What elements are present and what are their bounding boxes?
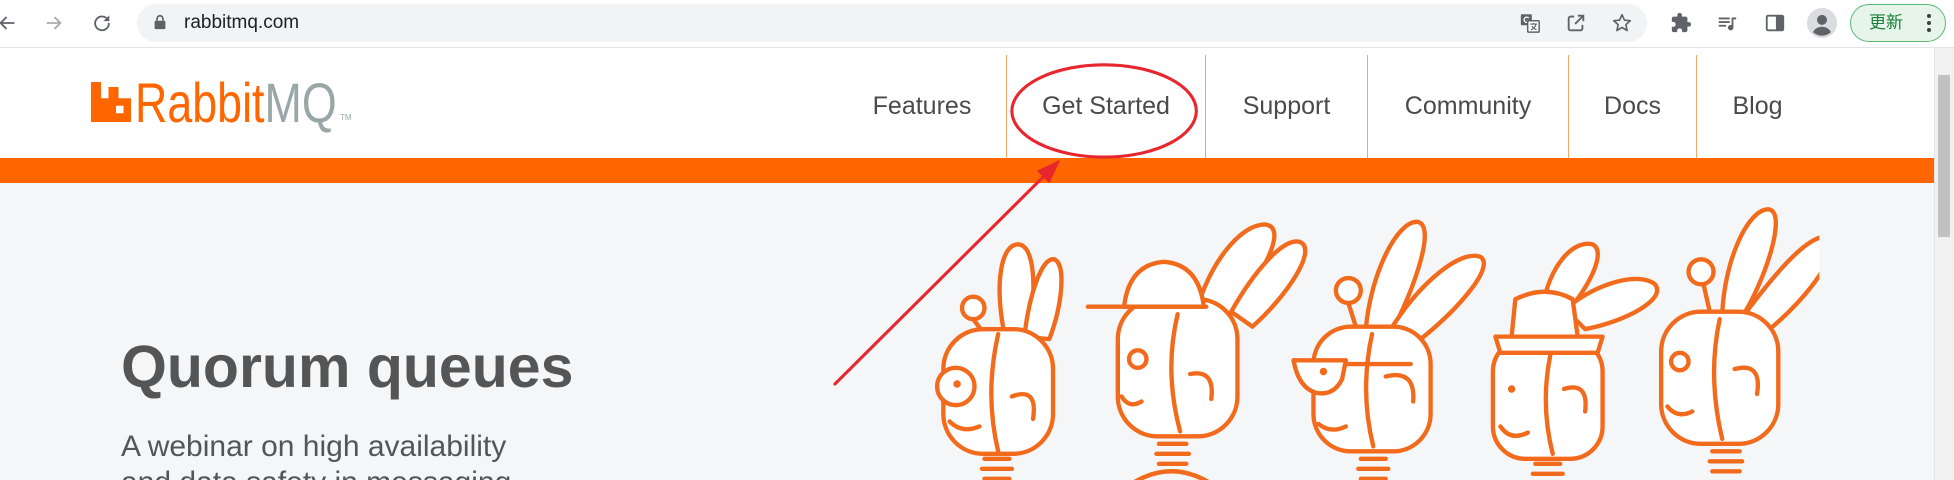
nav-item-support[interactable]: Support [1205,55,1367,158]
bookmark-star-icon[interactable] [1611,12,1633,34]
reload-icon[interactable] [91,12,113,34]
lock-icon[interactable] [150,12,170,32]
hero-subtitle-line-2: and data safety in messaging [121,468,511,480]
update-button[interactable]: 更新 [1850,4,1946,42]
nav-item-community[interactable]: Community [1367,55,1568,158]
extensions-puzzle-icon[interactable] [1670,12,1692,34]
side-panel-icon[interactable] [1764,12,1786,34]
header-accent-bar [0,158,1934,183]
address-bar[interactable] [137,4,1647,42]
nav-item-blog[interactable]: Blog [1696,55,1818,158]
forward-arrow-icon[interactable] [43,12,65,34]
logo-word-rabbit: Rabbit [135,71,265,134]
rabbitmq-logo-icon[interactable] [91,82,131,122]
media-queue-icon[interactable] [1716,12,1738,34]
rabbitmq-logo[interactable]: RabbitMQ [135,75,337,131]
url-text[interactable]: rabbitmq.com [184,12,299,34]
hero-title: Quorum queues [121,334,574,400]
update-label: 更新 [1869,13,1903,32]
more-vert-icon[interactable] [1919,12,1939,34]
main-nav: Features Get Started Support Community D… [838,55,1818,158]
nav-item-features[interactable]: Features [838,55,1006,158]
logo-trademark: TM [340,113,352,122]
translate-icon[interactable] [1519,12,1541,34]
share-icon[interactable] [1565,12,1587,34]
nav-item-get-started[interactable]: Get Started [1006,55,1205,158]
logo-word-mq: MQ [264,71,337,134]
back-arrow-icon[interactable] [0,12,18,34]
hero-subtitle-line-1: A webinar on high availability [121,430,507,463]
profile-avatar-icon[interactable] [1807,8,1837,38]
scrollbar-thumb[interactable] [1938,75,1950,237]
browser-toolbar: rabbitmq.com 更新 [0,0,1954,48]
nav-item-docs[interactable]: Docs [1568,55,1696,158]
